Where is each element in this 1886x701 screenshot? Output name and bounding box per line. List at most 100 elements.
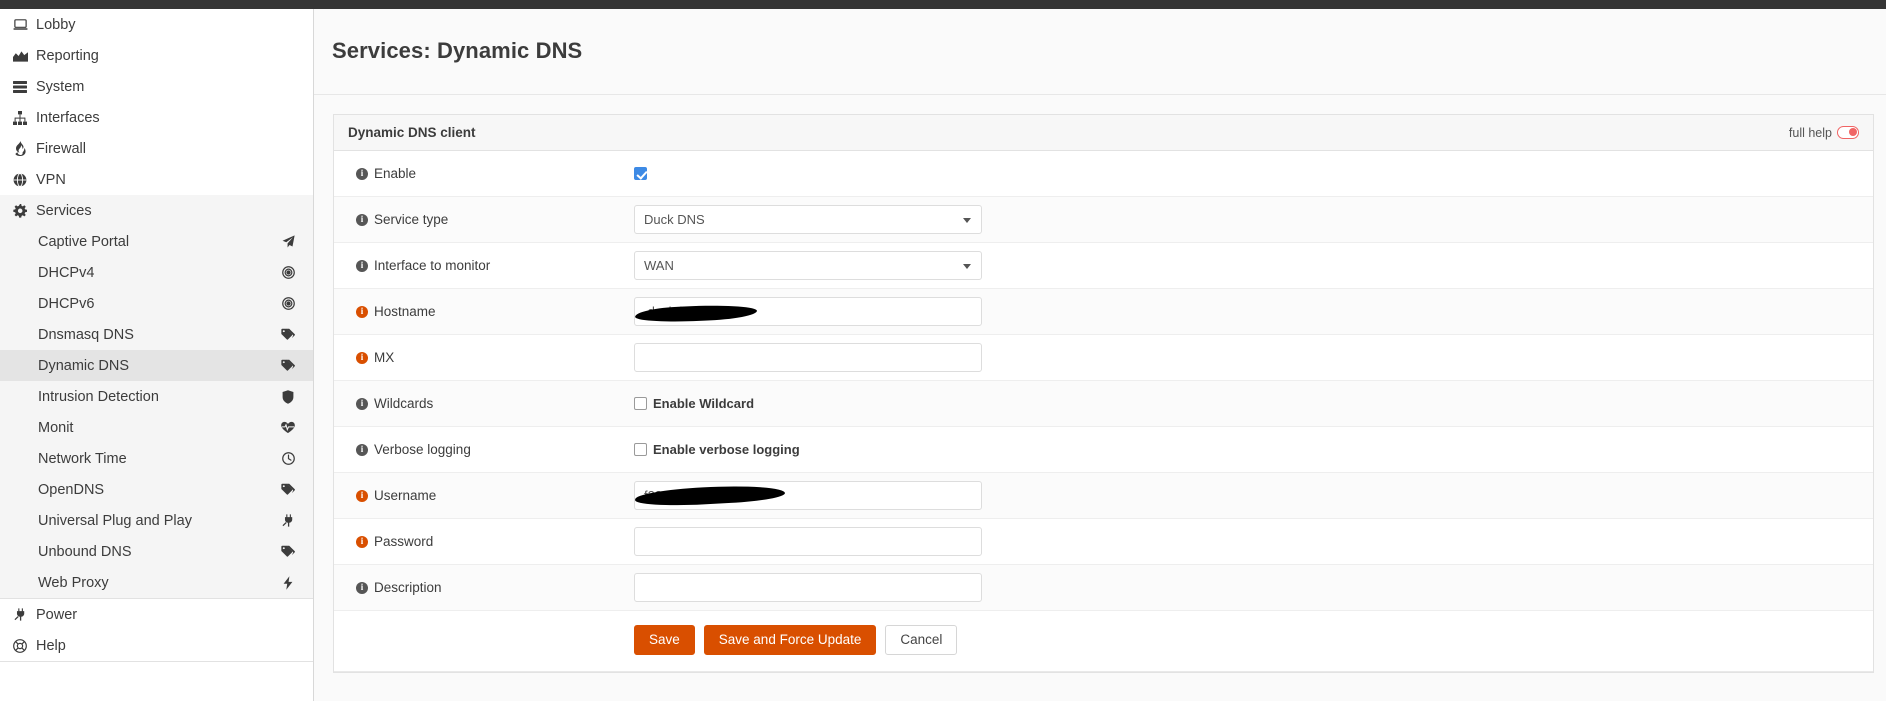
sidebar-item-label: System [36,78,85,95]
sidebar-item-label: Dynamic DNS [38,357,130,374]
sidebar-item-reporting[interactable]: Reporting [0,40,313,71]
sidebar-item-system[interactable]: System [0,71,313,102]
save-and-force-update-button[interactable]: Save and Force Update [703,625,877,656]
field-label-password: i Password [334,534,634,549]
sidebar-item-interfaces[interactable]: Interfaces [0,102,313,133]
username-input[interactable] [634,481,982,511]
wildcard-checkbox-label[interactable]: Enable Wildcard [653,396,754,411]
main-content: Services: Dynamic DNS Dynamic DNS client… [314,0,1886,701]
form-row-service-type: i Service type Duck DNS [334,197,1873,244]
sidebar-item-label: Network Time [38,450,127,467]
info-icon[interactable]: i [356,397,368,410]
tags-icon [279,359,297,372]
sidebar-item-label: Web Proxy [38,574,109,591]
fire-icon [8,141,32,156]
dynamic-dns-panel: Dynamic DNS client full help i Enable i … [333,114,1874,674]
sidebar-item-help[interactable]: Help [0,630,313,661]
interface-select[interactable]: WAN [634,251,982,281]
field-label-enable: i Enable [334,166,634,181]
sidebar-item-captive-portal[interactable]: Captive Portal [0,226,313,257]
sidebar-item-services[interactable]: Services [0,195,313,226]
wildcard-checkbox-group: Enable Wildcard [634,396,754,411]
hostname-input[interactable] [634,297,982,327]
info-icon[interactable]: i [356,213,368,226]
cancel-button[interactable]: Cancel [885,625,958,656]
field-label-username: i Username [334,488,634,503]
label-text: Wildcards [374,396,434,412]
password-input[interactable] [634,527,982,557]
sidebar-item-unbound-dns[interactable]: Unbound DNS [0,536,313,567]
tags-icon [279,545,297,558]
field-label-verbose-logging: i Verbose logging [334,442,634,457]
bullseye-icon [279,266,297,279]
field-label-mx: i MX [334,350,634,365]
sidebar-item-label: DHCPv6 [38,295,95,312]
sidebar-item-label: Reporting [36,47,99,64]
sidebar-item-network-time[interactable]: Network Time [0,443,313,474]
sidebar-item-dynamic-dns[interactable]: Dynamic DNS [0,350,313,381]
label-text: Username [374,488,437,504]
label-text: Interface to monitor [374,258,491,274]
form-row-description: i Description [334,565,1873,612]
sidebar-item-lobby[interactable]: Lobby [0,9,313,40]
label-text: Hostname [374,304,436,320]
save-button[interactable]: Save [634,625,695,656]
sidebar-item-monit[interactable]: Monit [0,412,313,443]
bolt-icon [279,575,297,590]
title-divider [314,94,1886,96]
info-icon[interactable]: i [356,351,368,364]
enable-checkbox[interactable] [634,167,647,181]
sidebar-item-web-proxy[interactable]: Web Proxy [0,567,313,598]
form-row-interface: i Interface to monitor WAN [334,243,1873,290]
info-icon[interactable]: i [356,489,368,502]
shield-icon [279,389,297,404]
info-icon[interactable]: i [356,167,368,180]
sidebar-item-label: Captive Portal [38,233,130,250]
sidebar-item-label: Help [36,637,66,654]
sidebar-item-dnsmasq-dns[interactable]: Dnsmasq DNS [0,319,313,350]
info-icon[interactable]: i [356,305,368,318]
sidebar-item-label: Dnsmasq DNS [38,326,134,343]
plug-icon [279,514,297,527]
sidebar-item-dhcpv4[interactable]: DHCPv4 [0,257,313,288]
form-row-username: i Username [334,473,1873,520]
mx-input[interactable] [634,343,982,373]
form-row-mx: i MX [334,335,1873,382]
label-text: Enable [374,166,417,182]
sidebar-item-opendns[interactable]: OpenDNS [0,474,313,505]
info-icon[interactable]: i [356,443,368,456]
field-label-hostname: i Hostname [334,304,634,319]
sidebar-item-vpn[interactable]: VPN [0,164,313,195]
info-icon[interactable]: i [356,535,368,548]
sidebar-item-label: DHCPv4 [38,264,95,281]
form-row-verbose-logging: i Verbose logging Enable verbose logging [334,427,1873,474]
form-row-wildcards: i Wildcards Enable Wildcard [334,381,1873,428]
sidebar-item-power[interactable]: Power [0,599,313,630]
sidebar-item-label: Power [36,606,78,623]
service-type-select[interactable]: Duck DNS [634,205,982,235]
sidebar-item-label: Lobby [36,16,76,33]
verbose-logging-checkbox[interactable] [634,443,647,457]
username-field-wrapper [634,481,982,511]
sidebar-item-label: Monit [38,419,74,436]
info-icon[interactable]: i [356,259,368,272]
form-row-hostname: i Hostname [334,289,1873,336]
sidebar-item-intrusion-detection[interactable]: Intrusion Detection [0,381,313,412]
sidebar-item-label: VPN [36,171,66,188]
sidebar-item-dhcpv6[interactable]: DHCPv6 [0,288,313,319]
label-text: MX [374,350,395,366]
full-help-toggle[interactable]: full help [1789,126,1859,140]
bullseye-icon [279,297,297,310]
sidebar-item-label: Interfaces [36,109,100,126]
sidebar-divider-bottom [0,661,313,662]
sidebar-item-firewall[interactable]: Firewall [0,133,313,164]
wildcard-checkbox[interactable] [634,397,647,411]
label-text: Service type [374,212,449,228]
top-bar [0,0,1886,9]
verbose-logging-checkbox-label[interactable]: Enable verbose logging [653,442,800,457]
toggle-switch-icon[interactable] [1837,126,1859,140]
description-input[interactable] [634,573,982,603]
sidebar-item-universal-plug-and-play[interactable]: Universal Plug and Play [0,505,313,536]
info-icon[interactable]: i [356,581,368,594]
panel-heading-label: Dynamic DNS client [348,125,476,141]
